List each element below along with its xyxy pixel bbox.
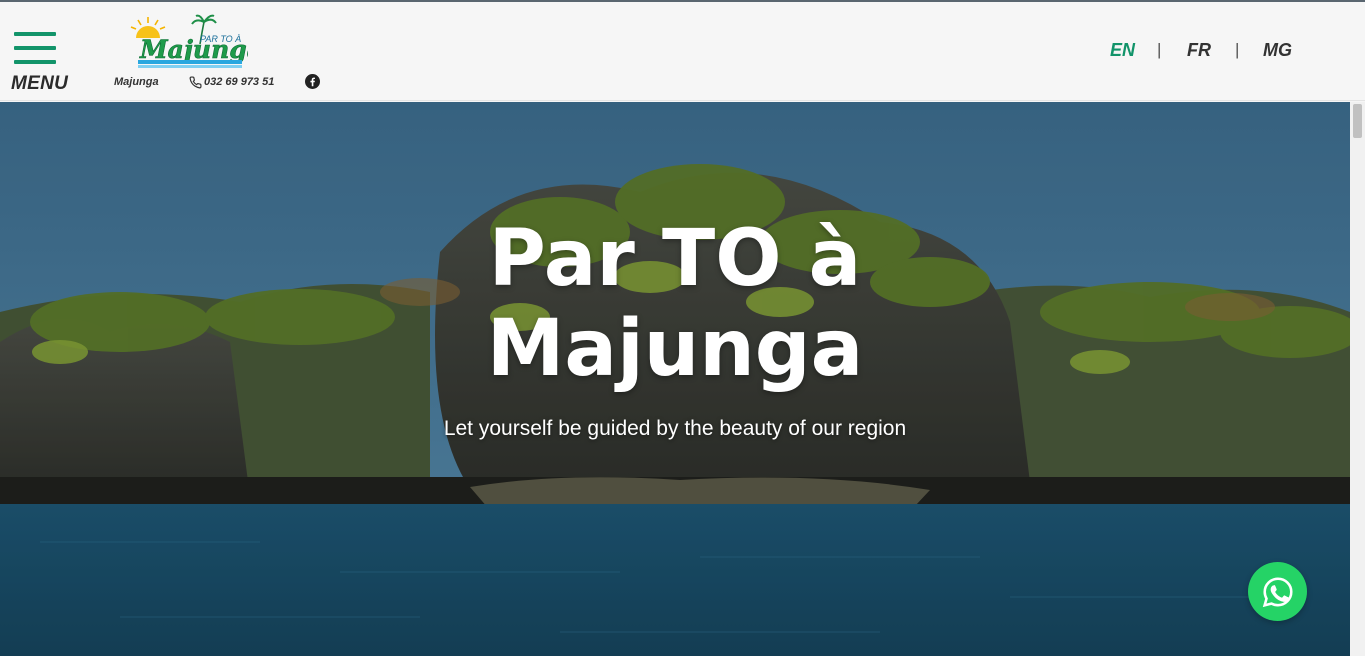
hero-subtitle: Let yourself be guided by the beauty of … [443, 417, 907, 440]
phone-number: 032 69 973 51 [204, 76, 275, 88]
lang-mg-link[interactable]: MG [1263, 40, 1292, 61]
site-header: MENU PAR TO À Majunga Majunga 032 69 973… [0, 2, 1365, 101]
hero-title: Par TO à Majunga [0, 214, 1350, 394]
page-scrollbar[interactable] [1350, 102, 1365, 656]
city-label: Majunga [114, 76, 159, 88]
whatsapp-icon [1262, 576, 1293, 607]
phone-link[interactable]: 032 69 973 51 [189, 75, 275, 89]
lang-fr-link[interactable]: FR [1187, 40, 1211, 61]
hero-title-line1: Par TO à [488, 214, 862, 304]
svg-text:Majunga: Majunga [139, 35, 248, 64]
site-logo[interactable]: PAR TO À Majunga [126, 14, 248, 70]
menu-label[interactable]: MENU [11, 73, 68, 95]
lang-separator: | [1235, 40, 1240, 59]
whatsapp-chat-button[interactable] [1248, 562, 1307, 621]
lang-separator: | [1157, 40, 1162, 59]
facebook-icon[interactable] [305, 74, 320, 89]
lang-en-link[interactable]: EN [1110, 40, 1135, 61]
hamburger-menu-icon[interactable] [14, 32, 56, 66]
scrollbar-thumb[interactable] [1353, 104, 1362, 138]
phone-icon [189, 75, 202, 88]
hero-title-line2: Majunga [486, 304, 864, 394]
contact-info: Majunga 032 69 973 51 [114, 74, 320, 90]
hero-banner: Par TO à Majunga Let yourself be guided … [0, 102, 1350, 656]
